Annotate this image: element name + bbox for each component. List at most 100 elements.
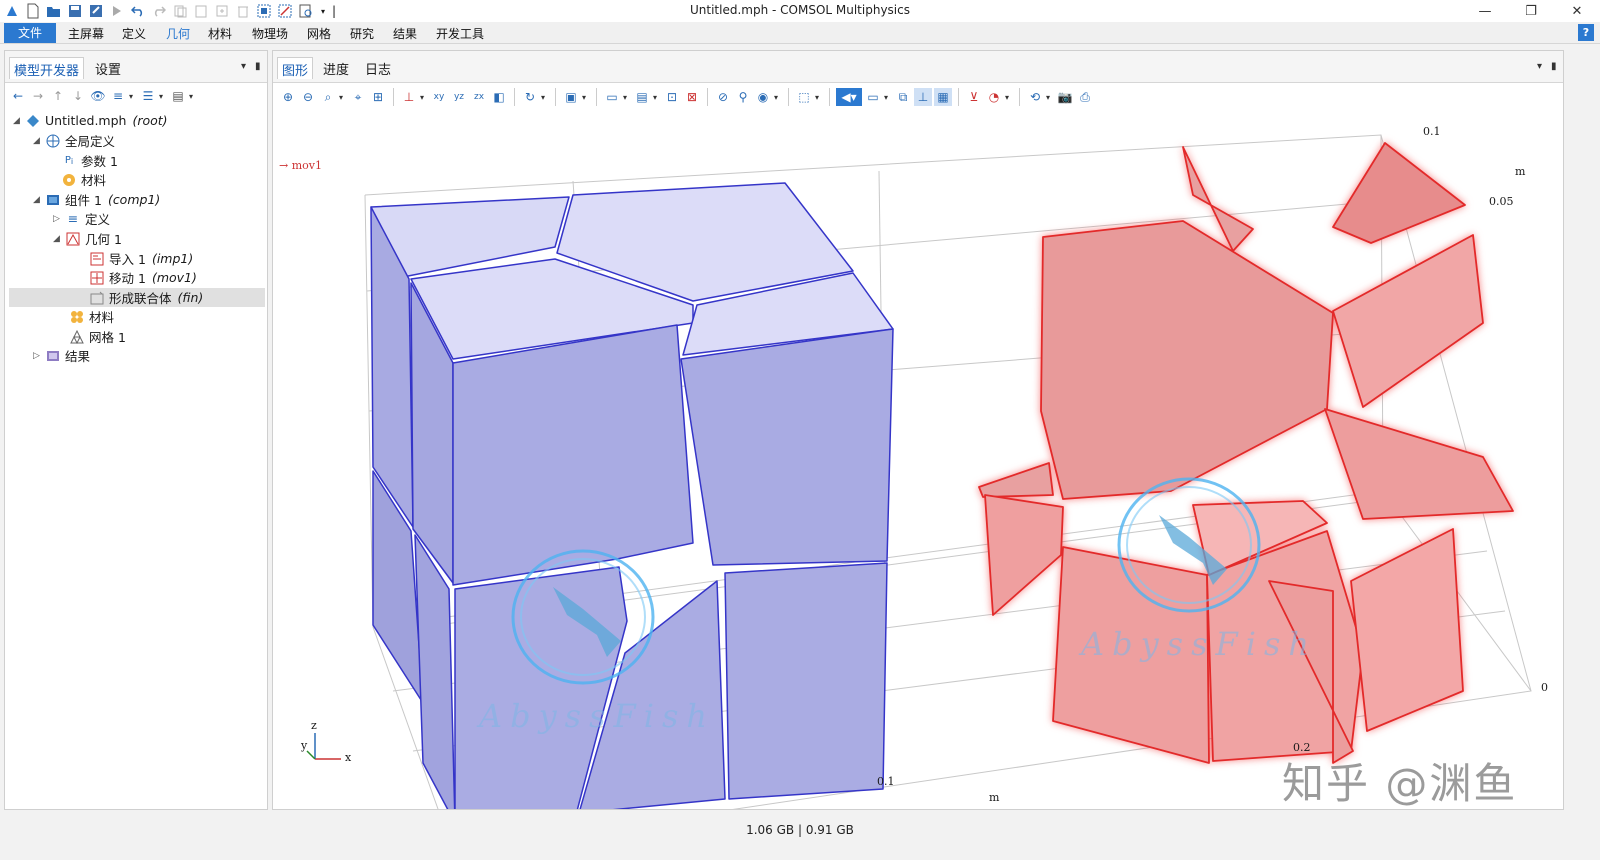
reset-dropdown-icon[interactable]: ▾: [1046, 93, 1054, 102]
orientation-dropdown-icon[interactable]: ▾: [420, 93, 428, 102]
tree-node-global-definitions[interactable]: ◢ 全局定义: [33, 131, 115, 150]
rotate-icon[interactable]: ↻: [521, 88, 539, 106]
menu-physics[interactable]: 物理场: [252, 25, 288, 41]
expanded-arrow-icon[interactable]: ◢: [33, 195, 45, 205]
minimize-button[interactable]: —: [1462, 0, 1508, 22]
zoom-selected-icon[interactable]: ⌖: [349, 88, 367, 106]
tab-log[interactable]: 日志: [361, 57, 395, 79]
move-down-icon[interactable]: ↓: [69, 87, 87, 105]
rotate-dropdown-icon[interactable]: ▾: [541, 93, 549, 102]
tab-settings[interactable]: 设置: [91, 57, 125, 79]
menu-results[interactable]: 结果: [393, 25, 417, 41]
menu-geometry[interactable]: 几何: [166, 25, 190, 41]
mesh-toggle-icon[interactable]: ▦: [934, 88, 952, 106]
toolbar-separator: [596, 88, 597, 106]
move-up-icon[interactable]: ↑: [49, 87, 67, 105]
clipping-icon[interactable]: ⊻: [965, 88, 983, 106]
expanded-arrow-icon[interactable]: ◢: [53, 234, 65, 244]
pane-menu-icon[interactable]: ▾: [1537, 61, 1542, 72]
menu-definitions[interactable]: 定义: [122, 25, 146, 41]
tree-node-definitions[interactable]: ▷ ≡ 定义: [53, 209, 110, 228]
back-icon[interactable]: ←: [9, 87, 27, 105]
red-solid[interactable]: [978, 142, 1514, 764]
pin-icon[interactable]: ▮: [1551, 61, 1557, 72]
zoom-extents-icon[interactable]: ⊞: [369, 88, 387, 106]
menu-file[interactable]: 文件: [4, 23, 56, 43]
view-yz-icon[interactable]: yz: [450, 88, 468, 106]
view-3d-icon[interactable]: ◧: [490, 88, 508, 106]
forward-icon[interactable]: →: [29, 87, 47, 105]
axis-orientation-icon[interactable]: ⊥: [400, 88, 418, 106]
pin-icon[interactable]: ▮: [255, 61, 261, 72]
hide-icon[interactable]: ⊘: [714, 88, 732, 106]
tree-node-global-materials[interactable]: 材料: [61, 170, 106, 189]
zoom-box-icon[interactable]: ⌕: [319, 88, 337, 106]
menu-mesh[interactable]: 网格: [307, 25, 331, 41]
zoom-in-icon[interactable]: ⊕: [279, 88, 297, 106]
tree-node-mesh[interactable]: 网格 1: [69, 327, 126, 346]
tree-node-component[interactable]: ◢ 组件 1 (comp1): [33, 190, 160, 209]
collapsed-arrow-icon[interactable]: ▷: [53, 214, 65, 224]
tree-node-geometry[interactable]: ◢ 几何 1: [53, 229, 122, 248]
graphics-canvas[interactable]: → mov1 0.1 m 0.05 0 0.2 0.1 m x y z Abys…: [273, 111, 1563, 809]
transparency-icon[interactable]: ⬚: [795, 88, 813, 106]
view-zx-icon[interactable]: zx: [470, 88, 488, 106]
pane-menu-icon[interactable]: ▾: [241, 61, 246, 72]
menu-developer[interactable]: 开发工具: [436, 25, 484, 41]
transparency-dropdown-icon[interactable]: ▾: [815, 93, 823, 102]
color-scheme-icon[interactable]: ◔: [985, 88, 1003, 106]
help-button[interactable]: ?: [1578, 24, 1594, 41]
expand-icon[interactable]: ☰: [139, 87, 157, 105]
view-box-icon[interactable]: ▭: [864, 88, 882, 106]
expanded-arrow-icon[interactable]: ◢: [33, 136, 45, 146]
color-dropdown-icon[interactable]: ▾: [1005, 93, 1013, 102]
scene-light-icon[interactable]: ◀▾: [836, 88, 862, 106]
tree-node-import[interactable]: 导入 1 (imp1): [89, 249, 193, 268]
tree-node-materials[interactable]: 材料: [69, 307, 114, 326]
collapse-icon[interactable]: ≡: [109, 87, 127, 105]
show-hide-icon[interactable]: ◉: [754, 88, 772, 106]
select-box-icon[interactable]: ▭: [603, 88, 621, 106]
tree-node-move[interactable]: 移动 1 (mov1): [89, 268, 197, 287]
select-all-icon[interactable]: ▤: [633, 88, 651, 106]
select-all-dropdown-icon[interactable]: ▾: [653, 93, 661, 102]
view-xy-icon[interactable]: xy: [430, 88, 448, 106]
show-icon[interactable]: 👁: [89, 87, 107, 105]
menu-materials[interactable]: 材料: [208, 25, 232, 41]
reset-view-icon[interactable]: ⟲: [1026, 88, 1044, 106]
zoom-out-icon[interactable]: ⊖: [299, 88, 317, 106]
wireframe-icon[interactable]: ⚲: [734, 88, 752, 106]
deselect-icon[interactable]: ⊡: [663, 88, 681, 106]
select-dropdown-icon[interactable]: ▾: [582, 93, 590, 102]
show-dropdown-icon[interactable]: ▾: [774, 93, 782, 102]
menu-home[interactable]: 主屏幕: [68, 25, 104, 41]
tree-node-form-union[interactable]: 形成联合体 (fin): [9, 288, 265, 307]
expand-dropdown-icon[interactable]: ▾: [159, 92, 167, 101]
tab-graphics[interactable]: 图形: [277, 57, 314, 79]
scene-svg[interactable]: [273, 111, 1563, 809]
close-button[interactable]: ✕: [1554, 0, 1600, 22]
zoom-dropdown-icon[interactable]: ▾: [339, 93, 347, 102]
grid-toggle-icon[interactable]: ⧉: [894, 88, 912, 106]
clear-selection-icon[interactable]: ⊠: [683, 88, 701, 106]
select-box-dropdown-icon[interactable]: ▾: [623, 93, 631, 102]
move-label-text: mov1: [291, 159, 322, 172]
collapse-dropdown-icon[interactable]: ▾: [129, 92, 137, 101]
tab-progress[interactable]: 进度: [319, 57, 353, 79]
view-box-dropdown-icon[interactable]: ▾: [884, 93, 892, 102]
camera-icon[interactable]: 📷: [1056, 88, 1074, 106]
axis-toggle-icon[interactable]: ⊥: [914, 88, 932, 106]
list-icon[interactable]: ▤: [169, 87, 187, 105]
tab-model-builder[interactable]: 模型开发器: [9, 57, 85, 79]
tree-node-parameters[interactable]: Pi 参数 1: [61, 151, 118, 170]
list-dropdown-icon[interactable]: ▾: [189, 92, 197, 101]
print-icon[interactable]: ⎙: [1076, 88, 1094, 106]
select-objects-icon[interactable]: ▣: [562, 88, 580, 106]
tree-node-root[interactable]: ◢ Untitled.mph (root): [13, 111, 168, 130]
collapsed-arrow-icon[interactable]: ▷: [33, 351, 45, 361]
tree-node-results[interactable]: ▷ 结果: [33, 346, 90, 365]
expanded-arrow-icon[interactable]: ◢: [13, 116, 25, 126]
maximize-button[interactable]: ❐: [1508, 0, 1554, 22]
menu-study[interactable]: 研究: [350, 25, 374, 41]
component-icon: [45, 192, 61, 208]
